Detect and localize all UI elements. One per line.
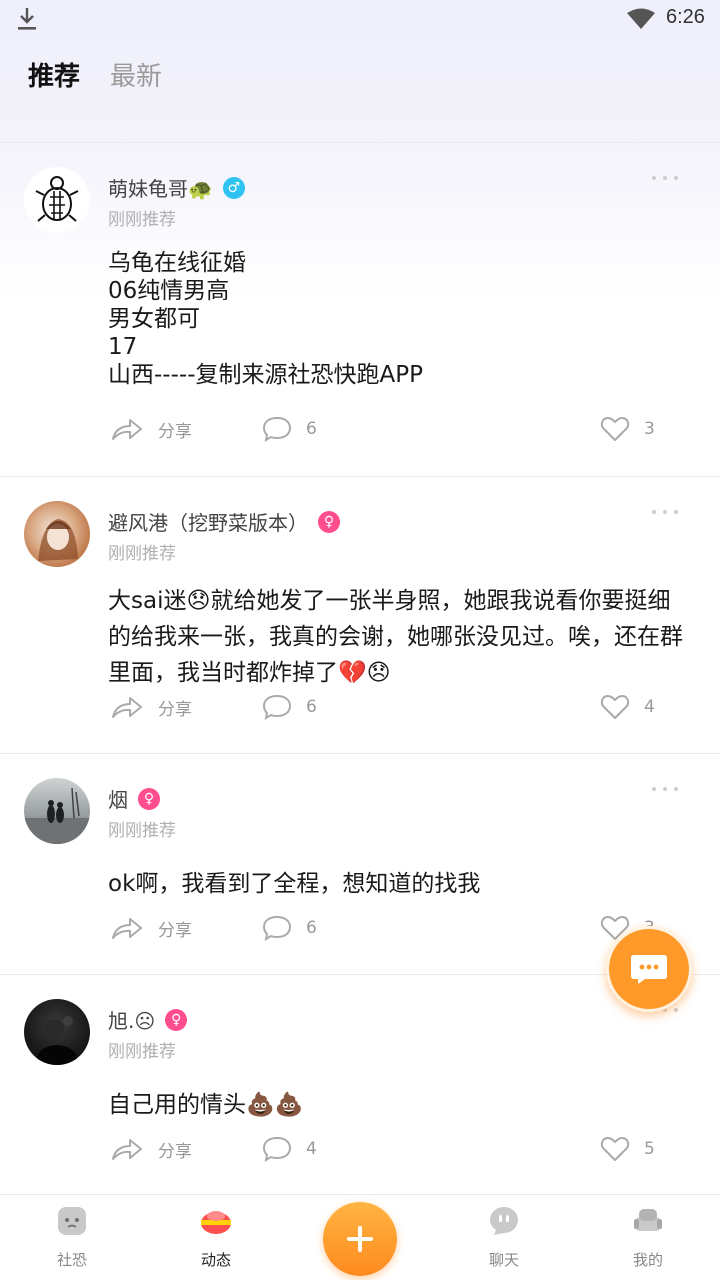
comment-count: 6 bbox=[306, 419, 317, 439]
like-count: 3 bbox=[644, 419, 655, 439]
share-label: 分享 bbox=[158, 920, 192, 941]
like-count: 5 bbox=[644, 1139, 655, 1159]
post-time: 刚刚推荐 bbox=[108, 821, 176, 841]
more-options-icon[interactable] bbox=[650, 505, 680, 519]
comment-icon bbox=[262, 915, 292, 942]
post-card[interactable]: 旭.☹ ♀ 刚刚推荐 自己用的情头💩💩 分享 4 5 bbox=[0, 975, 720, 1196]
nav-label: 聊天 bbox=[488, 1251, 519, 1269]
like-button[interactable]: 5 bbox=[600, 1129, 655, 1169]
heart-icon bbox=[600, 417, 630, 441]
nav-label: 我的 bbox=[632, 1251, 663, 1269]
like-count: 4 bbox=[644, 697, 655, 717]
download-icon bbox=[18, 8, 36, 30]
share-button[interactable]: 分享 bbox=[110, 1129, 192, 1169]
share-button[interactable]: 分享 bbox=[110, 687, 192, 727]
avatar[interactable] bbox=[24, 778, 90, 844]
post-card[interactable]: 烟 ♀ 刚刚推荐 ok啊，我看到了全程，想知道的找我 分享 6 3 bbox=[0, 754, 720, 975]
post-content: 大sai迷😞就给她发了一张半身照，她跟我说看你要挺细的给我来一张，我真的会谢，她… bbox=[108, 588, 683, 686]
female-gender-icon: ♀ bbox=[138, 787, 160, 810]
profile-icon bbox=[634, 1209, 662, 1231]
feed-tabs: 推荐 最新 bbox=[28, 58, 162, 98]
like-button[interactable]: 3 bbox=[600, 409, 655, 449]
dark-portrait-avatar-image bbox=[37, 1016, 77, 1065]
post-actions: 分享 6 4 bbox=[0, 687, 720, 727]
bottom-navigation: 社恐 动态 聊天 我的 bbox=[0, 1194, 720, 1280]
author-row: 萌妹龟哥🐢 ♂ bbox=[108, 173, 245, 202]
nav-label: 动态 bbox=[200, 1251, 231, 1269]
post-card[interactable]: 萌妹龟哥🐢 ♂ 刚刚推荐 乌龟在线征婚 06纯情男高 男女都可 17 山西---… bbox=[0, 143, 720, 477]
share-icon bbox=[112, 918, 142, 939]
post-actions: 分享 6 3 bbox=[0, 908, 720, 948]
chat-icon bbox=[490, 1207, 518, 1235]
floating-chat-button[interactable] bbox=[606, 926, 692, 1012]
avatar[interactable] bbox=[24, 167, 90, 233]
share-icon bbox=[112, 697, 142, 718]
comment-button[interactable]: 6 bbox=[262, 409, 317, 449]
post-card[interactable]: 避风港（挖野菜版本） ♀ 刚刚推荐 大sai迷😞就给她发了一张半身照，她跟我说看… bbox=[0, 477, 720, 754]
male-gender-icon: ♂ bbox=[222, 176, 245, 199]
turtle-avatar-image bbox=[25, 168, 89, 232]
heart-icon bbox=[600, 695, 630, 719]
status-bar: 6:26 bbox=[0, 0, 720, 40]
author-name[interactable]: 避风港（挖野菜版本） bbox=[108, 507, 308, 536]
comment-button[interactable]: 6 bbox=[262, 908, 317, 948]
post-content: ok啊，我看到了全程，想知道的找我 bbox=[108, 871, 481, 897]
more-options-icon[interactable] bbox=[650, 782, 680, 796]
add-post-button[interactable] bbox=[323, 1202, 397, 1276]
post-time: 刚刚推荐 bbox=[108, 210, 176, 230]
post-time: 刚刚推荐 bbox=[108, 544, 176, 564]
avatar[interactable] bbox=[24, 999, 90, 1065]
comment-count: 6 bbox=[306, 918, 317, 938]
author-row: 旭.☹ ♀ bbox=[108, 1005, 188, 1034]
post-actions: 分享 4 5 bbox=[0, 1129, 720, 1169]
anime-girl-avatar-image bbox=[38, 519, 78, 561]
comment-icon bbox=[262, 1136, 292, 1163]
foggy-couple-avatar-image bbox=[24, 787, 90, 844]
chat-bubble-icon bbox=[631, 955, 667, 984]
more-options-icon[interactable] bbox=[650, 171, 680, 185]
comment-count: 4 bbox=[306, 1139, 317, 1159]
share-label: 分享 bbox=[158, 1141, 192, 1162]
turtle-emoji: 🐢 bbox=[188, 177, 213, 201]
share-icon bbox=[112, 419, 142, 440]
post-actions: 分享 6 3 bbox=[0, 409, 720, 449]
post-content: 自己用的情头💩💩 bbox=[108, 1092, 304, 1118]
share-label: 分享 bbox=[158, 421, 192, 442]
clock: 6:26 bbox=[666, 6, 705, 28]
nav-item-profile[interactable]: 我的 bbox=[598, 1195, 698, 1280]
share-icon bbox=[112, 1139, 142, 1160]
share-label: 分享 bbox=[158, 699, 192, 720]
author-name[interactable]: 烟 bbox=[108, 784, 128, 813]
like-button[interactable]: 4 bbox=[600, 687, 655, 727]
post-feed: 萌妹龟哥🐢 ♂ 刚刚推荐 乌龟在线征婚 06纯情男高 男女都可 17 山西---… bbox=[0, 142, 720, 1196]
author-name[interactable]: 旭.☹ bbox=[108, 1005, 155, 1034]
heart-icon bbox=[600, 1137, 630, 1161]
wifi-icon bbox=[627, 8, 655, 29]
post-content: 乌龟在线征婚 06纯情男高 男女都可 17 山西-----复制来源社恐快跑APP bbox=[108, 250, 423, 388]
author-name[interactable]: 萌妹龟哥🐢 bbox=[108, 173, 213, 202]
shekong-icon bbox=[58, 1207, 86, 1235]
comment-count: 6 bbox=[306, 697, 317, 717]
avatar[interactable] bbox=[24, 501, 90, 567]
comment-icon bbox=[262, 694, 292, 721]
author-row: 避风港（挖野菜版本） ♀ bbox=[108, 507, 340, 536]
tab-latest[interactable]: 最新 bbox=[110, 58, 162, 98]
comment-icon bbox=[262, 416, 292, 443]
author-row: 烟 ♀ bbox=[108, 784, 160, 813]
nav-item-shekong[interactable]: 社恐 bbox=[22, 1195, 122, 1280]
post-time: 刚刚推荐 bbox=[108, 1042, 176, 1062]
comment-button[interactable]: 4 bbox=[262, 1129, 317, 1169]
dongtai-icon bbox=[201, 1211, 231, 1234]
comment-button[interactable]: 6 bbox=[262, 687, 317, 727]
female-gender-icon: ♀ bbox=[318, 510, 340, 533]
plus-icon bbox=[347, 1226, 373, 1252]
share-button[interactable]: 分享 bbox=[110, 908, 192, 948]
nav-item-chat[interactable]: 聊天 bbox=[454, 1195, 554, 1280]
nav-item-dongtai[interactable]: 动态 bbox=[166, 1195, 266, 1280]
female-gender-icon: ♀ bbox=[165, 1008, 188, 1031]
tab-recommend[interactable]: 推荐 bbox=[28, 58, 80, 98]
share-button[interactable]: 分享 bbox=[110, 409, 192, 449]
nav-label: 社恐 bbox=[56, 1251, 87, 1269]
